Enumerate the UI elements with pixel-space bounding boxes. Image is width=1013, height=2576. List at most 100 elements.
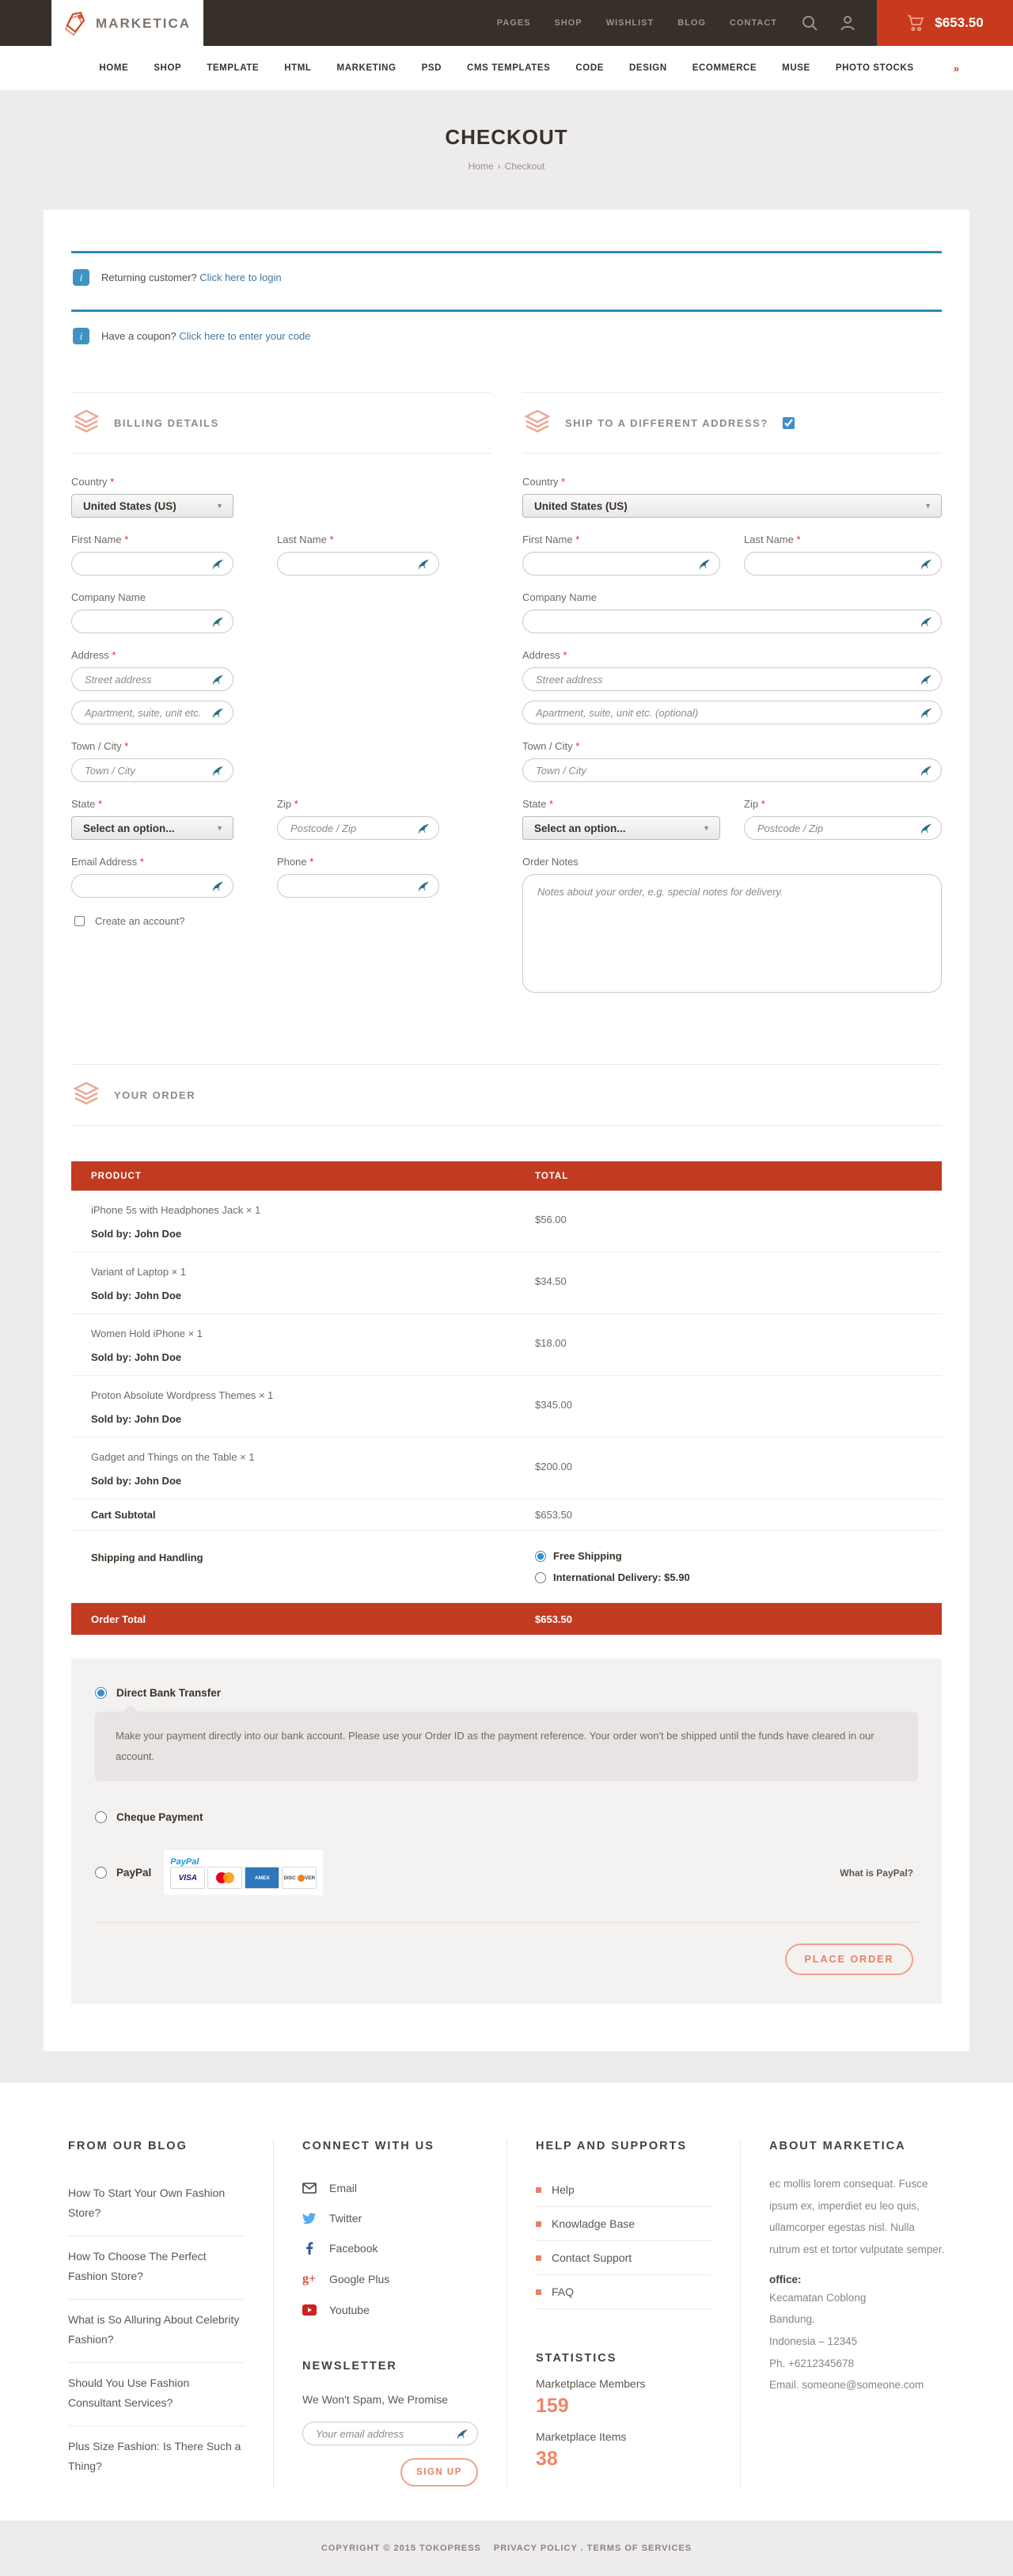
billing-company-input[interactable] — [71, 610, 233, 633]
cheque-payment-radio[interactable] — [95, 1811, 107, 1823]
copyright-text: COPYRIGHT © 2015 TOKOPRESS — [321, 2544, 481, 2553]
mainnav-code[interactable]: CODE — [575, 63, 604, 73]
shipping-country-select[interactable]: United States (US)▼ — [522, 494, 942, 518]
mainnav-ecommerce[interactable]: ECOMMERCE — [692, 63, 757, 73]
shipping-first-name-input[interactable] — [522, 552, 720, 576]
cart-button[interactable]: $653.50 — [877, 0, 1013, 46]
payment-method-cheque[interactable]: Cheque Payment — [95, 1811, 918, 1823]
mainnav-marketing[interactable]: MARKETING — [337, 63, 396, 73]
shipping-address2-input[interactable] — [522, 701, 942, 724]
topnav-pages[interactable]: PAGES — [497, 18, 531, 28]
shipping-handling-label: Shipping and Handling — [71, 1547, 535, 1563]
help-link[interactable]: Contact Support — [536, 2241, 711, 2275]
payment-method-bank-transfer[interactable]: Direct Bank Transfer — [95, 1687, 918, 1699]
billing-phone-input[interactable] — [277, 874, 439, 898]
billing-town-input[interactable] — [71, 758, 233, 782]
shipping-last-name-input[interactable] — [744, 552, 942, 576]
topnav-shop[interactable]: SHOP — [555, 18, 582, 28]
topnav-wishlist[interactable]: WISHLIST — [606, 18, 654, 28]
ship-different-address-checkbox[interactable] — [783, 417, 795, 429]
billing-address2-input[interactable] — [71, 701, 233, 724]
last-name-label: Last Name * — [277, 534, 439, 545]
help-link[interactable]: Knowladge Base — [536, 2207, 711, 2241]
billing-state-select[interactable]: Select an option...▼ — [71, 816, 233, 840]
layers-icon — [522, 409, 552, 436]
newsletter-email-input[interactable] — [302, 2422, 478, 2445]
blog-post-link[interactable]: What is So Alluring About Celebrity Fash… — [68, 2300, 245, 2363]
first-name-label: First Name * — [71, 534, 233, 545]
social-link-twitter[interactable]: Twitter — [302, 2203, 478, 2233]
paypal-radio[interactable] — [95, 1867, 107, 1879]
mainnav-design[interactable]: DESIGN — [629, 63, 667, 73]
blog-post-link[interactable]: How To Choose The Perfect Fashion Store? — [68, 2236, 245, 2300]
autofill-gazelle-icon — [455, 2428, 469, 2439]
social-link-google-plus[interactable]: g+ Google Plus — [302, 2263, 478, 2295]
billing-email-input[interactable] — [71, 874, 233, 898]
international-delivery-radio[interactable] — [535, 1572, 546, 1583]
billing-country-select[interactable]: United States (US)▼ — [71, 494, 233, 518]
billing-first-name-input[interactable] — [71, 552, 233, 576]
topnav-contact[interactable]: CONTACT — [730, 18, 777, 28]
returning-customer-text: Returning customer? Click here to login — [101, 272, 282, 283]
login-link[interactable]: Click here to login — [199, 272, 281, 283]
billing-last-name-input[interactable] — [277, 552, 439, 576]
mainnav-shop[interactable]: SHOP — [154, 63, 181, 73]
town-label: Town / City * — [522, 740, 942, 752]
user-icon[interactable] — [839, 14, 856, 32]
what-is-paypal-link[interactable]: What is PayPal? — [840, 1867, 913, 1879]
breadcrumb-home[interactable]: Home — [469, 161, 494, 172]
billing-address1-input[interactable] — [71, 667, 233, 691]
company-label: Company Name — [71, 591, 233, 603]
mastercard-card-icon — [207, 1867, 242, 1889]
help-link[interactable]: FAQ — [536, 2275, 711, 2309]
autofill-gazelle-icon — [697, 558, 711, 569]
newsletter-signup-button[interactable]: SIGN UP — [400, 2458, 478, 2487]
social-link-youtube[interactable]: Youtube — [302, 2295, 478, 2325]
address-label: Address * — [71, 649, 233, 661]
shipping-state-select[interactable]: Select an option...▼ — [522, 816, 720, 840]
free-shipping-radio[interactable] — [535, 1551, 546, 1562]
international-delivery-label: International Delivery: $5.90 — [553, 1571, 690, 1583]
create-account-checkbox[interactable] — [74, 916, 85, 926]
topnav-blog[interactable]: BLOG — [677, 18, 706, 28]
bank-transfer-radio[interactable] — [95, 1687, 107, 1699]
mainnav-photo-stocks[interactable]: PHOTO STOCKS — [836, 63, 914, 73]
mainnav-psd[interactable]: PSD — [422, 63, 442, 73]
shipping-option-international[interactable]: International Delivery: $5.90 — [535, 1571, 690, 1583]
payment-method-paypal[interactable]: PayPal PayPal VISA AMEX DISCVER What is … — [95, 1850, 918, 1895]
select-arrow-icon: ▼ — [703, 824, 710, 832]
footer-connect-title: CONNECT WITH US — [302, 2140, 478, 2152]
mainnav-cms-templates[interactable]: CMS TEMPLATES — [467, 63, 550, 73]
visa-card-icon: VISA — [170, 1867, 205, 1889]
copyright-links[interactable]: PRIVACY POLICY . TERMS OF SERVICES — [494, 2544, 692, 2553]
mainnav-home[interactable]: HOME — [99, 63, 128, 73]
social-link-facebook[interactable]: Facebook — [302, 2233, 478, 2263]
shipping-town-input[interactable] — [522, 758, 942, 782]
shipping-company-input[interactable] — [522, 610, 942, 633]
address-line: Kecamatan Coblong — [769, 2287, 945, 2309]
mainnav-muse[interactable]: MUSE — [782, 63, 810, 73]
address-line: Bandung. — [769, 2308, 945, 2331]
shipping-address1-input[interactable] — [522, 667, 942, 691]
coupon-link[interactable]: Click here to enter your code — [179, 330, 310, 342]
shipping-zip-input[interactable] — [744, 816, 942, 840]
mainnav-html[interactable]: HTML — [284, 63, 311, 73]
product-total: $56.00 — [535, 1204, 567, 1240]
shipping-option-free[interactable]: Free Shipping — [535, 1550, 690, 1562]
product-seller: Sold by: John Doe — [91, 1475, 535, 1487]
coupon-text: Have a coupon? Click here to enter your … — [101, 330, 311, 342]
brand-logo[interactable]: MARKETICA — [51, 0, 203, 47]
mainnav-template[interactable]: TEMPLATE — [207, 63, 259, 73]
place-order-button[interactable]: PLACE ORDER — [785, 1943, 913, 1975]
blog-post-link[interactable]: How To Start Your Own Fashion Store? — [68, 2173, 245, 2236]
blog-post-link[interactable]: Should You Use Fashion Consultant Servic… — [68, 2363, 245, 2426]
billing-zip-input[interactable] — [277, 816, 439, 840]
search-icon[interactable] — [801, 14, 818, 32]
blog-post-link[interactable]: Plus Size Fashion: Is There Such a Thing… — [68, 2426, 245, 2489]
nav-more-chevron-icon[interactable]: » — [954, 63, 959, 74]
order-notes-textarea[interactable] — [522, 874, 942, 993]
top-nav: PAGES SHOP WISHLIST BLOG CONTACT $653.50 — [497, 0, 1013, 46]
billing-state-value: Select an option... — [83, 823, 175, 834]
help-link[interactable]: Help — [536, 2173, 711, 2207]
social-link-email[interactable]: Email — [302, 2173, 478, 2203]
